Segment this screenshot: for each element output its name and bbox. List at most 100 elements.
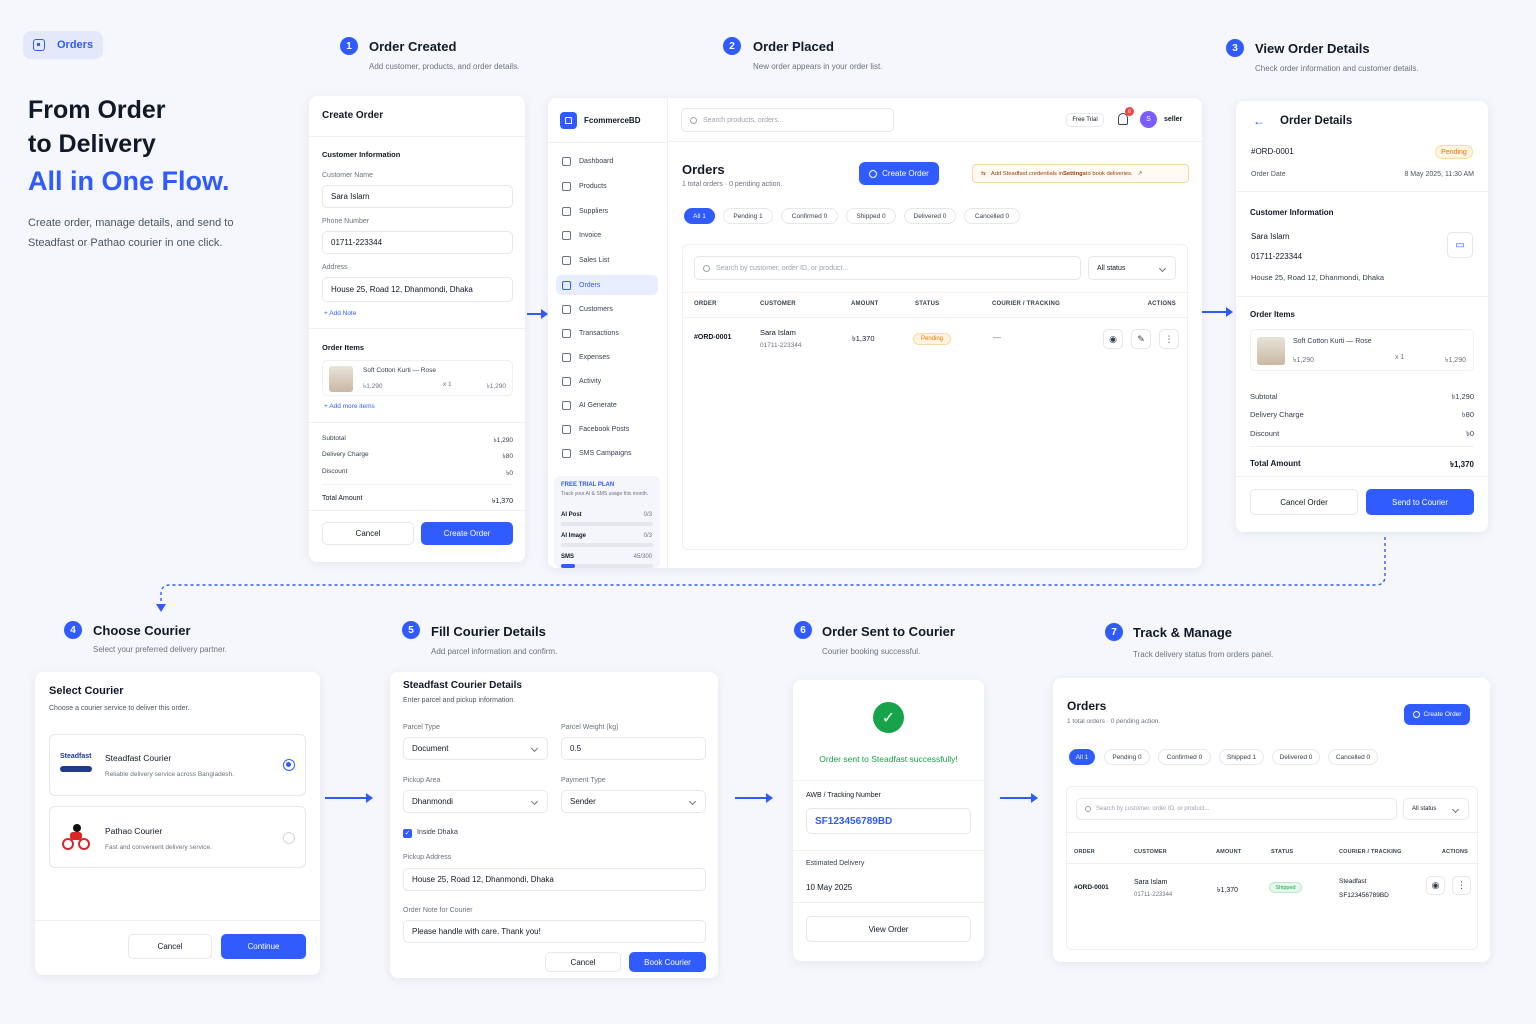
sms-bar-fill	[561, 564, 575, 568]
cancel-order-button[interactable]: Cancel Order	[1250, 489, 1358, 515]
estimated-delivery-label: Estimated Delivery	[806, 860, 865, 867]
discount-label: Discount	[322, 468, 348, 475]
phone-input[interactable]: 01711-223344	[322, 231, 513, 254]
col-order: ORDER	[694, 301, 717, 307]
pickup-address-input[interactable]: House 25, Road 12, Dhanmondi, Dhaka	[403, 868, 706, 891]
topbar: Search products, orders... Free Trial 6 …	[668, 98, 1202, 142]
courier-option-pathao[interactable]: Pathao Courier Fast and convenient deliv…	[49, 806, 306, 868]
tab-all[interactable]: All 1	[1069, 749, 1095, 765]
tab-all[interactable]: All 1	[684, 208, 715, 224]
cancel-button[interactable]: Cancel	[545, 952, 621, 972]
table-search-input[interactable]: Search by customer, order ID, or product…	[1076, 798, 1397, 820]
orders-summary: 1 total orders · 0 pending action.	[1067, 718, 1161, 725]
customer-name-input[interactable]: Sara Islam	[322, 185, 513, 208]
add-note-link[interactable]: + Add Note	[324, 310, 356, 317]
status-filter-select[interactable]: All status	[1088, 256, 1176, 280]
tab-delivered[interactable]: Delivered 0	[1272, 749, 1320, 765]
sidebar-item-facebook-posts[interactable]: Facebook Posts	[556, 419, 658, 439]
success-card: ✓ Order sent to Steadfast successfully! …	[793, 680, 984, 961]
sms-bar	[561, 564, 653, 568]
table-row[interactable]: #ORD-0001 Sara Islam 01711-223344 ৳1,370…	[1067, 864, 1479, 908]
order-id: #ORD-0001	[1074, 884, 1109, 891]
table-row[interactable]: #ORD-0001 Sara Islam 01711-223344 ৳1,370…	[683, 318, 1189, 360]
pathao-logo	[62, 822, 92, 852]
order-amount: ৳1,370	[1217, 887, 1239, 894]
payment-type-select[interactable]: Sender	[561, 790, 706, 813]
cancel-button[interactable]: Cancel	[322, 522, 414, 545]
brand-name: FcommerceBD	[584, 116, 641, 125]
create-order-button[interactable]: Create Order	[859, 162, 939, 185]
courier-details-title: Steadfast Courier Details	[403, 680, 522, 691]
delivery-label: Delivery Charge	[1250, 410, 1304, 419]
avatar[interactable]: S	[1140, 111, 1157, 128]
pickup-address-label: Pickup Address	[403, 854, 452, 861]
sidebar-item-dashboard[interactable]: Dashboard	[556, 151, 658, 171]
back-arrow-icon[interactable]: ←	[1253, 114, 1265, 128]
key-icon: ⇆	[981, 170, 986, 177]
sidebar-item-suppliers[interactable]: Suppliers	[556, 201, 658, 221]
col-customer: CUSTOMER	[1134, 849, 1167, 855]
address-input[interactable]: House 25, Road 12, Dhanmondi, Dhaka	[322, 277, 513, 302]
tab-pending[interactable]: Pending 1	[723, 208, 773, 224]
sidebar-item-expenses[interactable]: Expenses	[556, 347, 658, 367]
add-more-items-link[interactable]: + Add more items	[324, 403, 375, 410]
tab-cancelled[interactable]: Cancelled 0	[1328, 749, 1378, 765]
sidebar-item-sms-campaigns[interactable]: SMS Campaigns	[556, 443, 658, 463]
plan-title: FREE TRIAL PLAN	[561, 482, 615, 488]
courier-option-steadfast[interactable]: Steadfast Steadfast Courier Reliable del…	[49, 734, 306, 796]
courier-note-input[interactable]: Please handle with care. Thank you!	[403, 920, 706, 943]
parcel-type-select[interactable]: Document	[403, 737, 548, 760]
sidebar-item-products[interactable]: Products	[556, 176, 658, 196]
continue-button[interactable]: Continue	[221, 934, 306, 959]
create-order-card: Create Order Customer Information Custom…	[309, 96, 525, 562]
col-amount: AMOUNT	[1216, 849, 1242, 855]
create-order-button[interactable]: Create Order	[1404, 704, 1470, 725]
tab-shipped[interactable]: Shipped 0	[846, 208, 896, 224]
create-order-button[interactable]: Create Order	[421, 522, 513, 545]
sidebar-item-activity[interactable]: Activity	[556, 371, 658, 391]
col-actions: ACTIONS	[1441, 849, 1468, 855]
view-icon[interactable]: ◉	[1103, 329, 1123, 349]
search-icon	[1085, 806, 1091, 812]
global-search-input[interactable]: Search products, orders...	[681, 108, 894, 132]
free-trial-badge[interactable]: Free Trial	[1066, 113, 1104, 127]
parcel-weight-input[interactable]: 0.5	[561, 737, 706, 760]
sidebar-item-invoice[interactable]: Invoice	[556, 225, 658, 245]
tab-delivered[interactable]: Delivered 0	[904, 208, 956, 224]
tab-confirmed[interactable]: Confirmed 0	[1158, 749, 1211, 765]
pickup-area-select[interactable]: Dhanmondi	[403, 790, 548, 813]
order-amount: ৳1,370	[852, 334, 875, 343]
radio-unselected[interactable]	[283, 832, 295, 844]
status-filter-select[interactable]: All status	[1403, 798, 1469, 820]
radio-selected[interactable]	[283, 759, 295, 771]
customer-name: Sara Islam	[1134, 879, 1168, 886]
more-icon[interactable]: ⋮	[1159, 329, 1179, 349]
steadfast-logo: Steadfast	[60, 753, 94, 777]
steadfast-notice[interactable]: ⇆ Add Steadfast credentials in Settings t…	[972, 164, 1189, 183]
more-icon[interactable]: ⋮	[1452, 876, 1471, 895]
brand-logo-icon	[560, 112, 577, 129]
view-icon[interactable]: ◉	[1426, 876, 1445, 895]
tab-cancelled[interactable]: Cancelled 0	[964, 208, 1020, 224]
cancel-button[interactable]: Cancel	[128, 934, 212, 959]
table-search-input[interactable]: Search by customer, order ID, or product…	[694, 256, 1081, 280]
view-order-button[interactable]: View Order	[806, 916, 971, 942]
courier-name: Steadfast Courier	[105, 753, 172, 763]
edit-icon[interactable]: ✎	[1131, 329, 1151, 349]
sidebar-item-orders[interactable]: Orders	[556, 275, 658, 295]
sidebar-item-sales-list[interactable]: Sales List	[556, 250, 658, 270]
book-courier-button[interactable]: Book Courier	[629, 952, 706, 972]
message-icon[interactable]: ▭	[1447, 232, 1473, 258]
sidebar-item-transactions[interactable]: Transactions	[556, 323, 658, 343]
customer-name: Sara Islam	[760, 328, 796, 337]
inside-dhaka-checkbox[interactable]: ✓	[403, 829, 412, 838]
tab-pending[interactable]: Pending 0	[1104, 749, 1150, 765]
notification-badge: 6	[1125, 107, 1134, 116]
sidebar-item-customers[interactable]: Customers	[556, 299, 658, 319]
tab-shipped[interactable]: Shipped 1	[1219, 749, 1264, 765]
order-date-value: 8 May 2025, 11:30 AM	[1404, 171, 1474, 178]
user-name[interactable]: seller	[1164, 116, 1182, 123]
send-to-courier-button[interactable]: Send to Courier	[1366, 489, 1474, 515]
sidebar-item-ai-generate[interactable]: AI Generate	[556, 395, 658, 415]
tab-confirmed[interactable]: Confirmed 0	[781, 208, 838, 224]
